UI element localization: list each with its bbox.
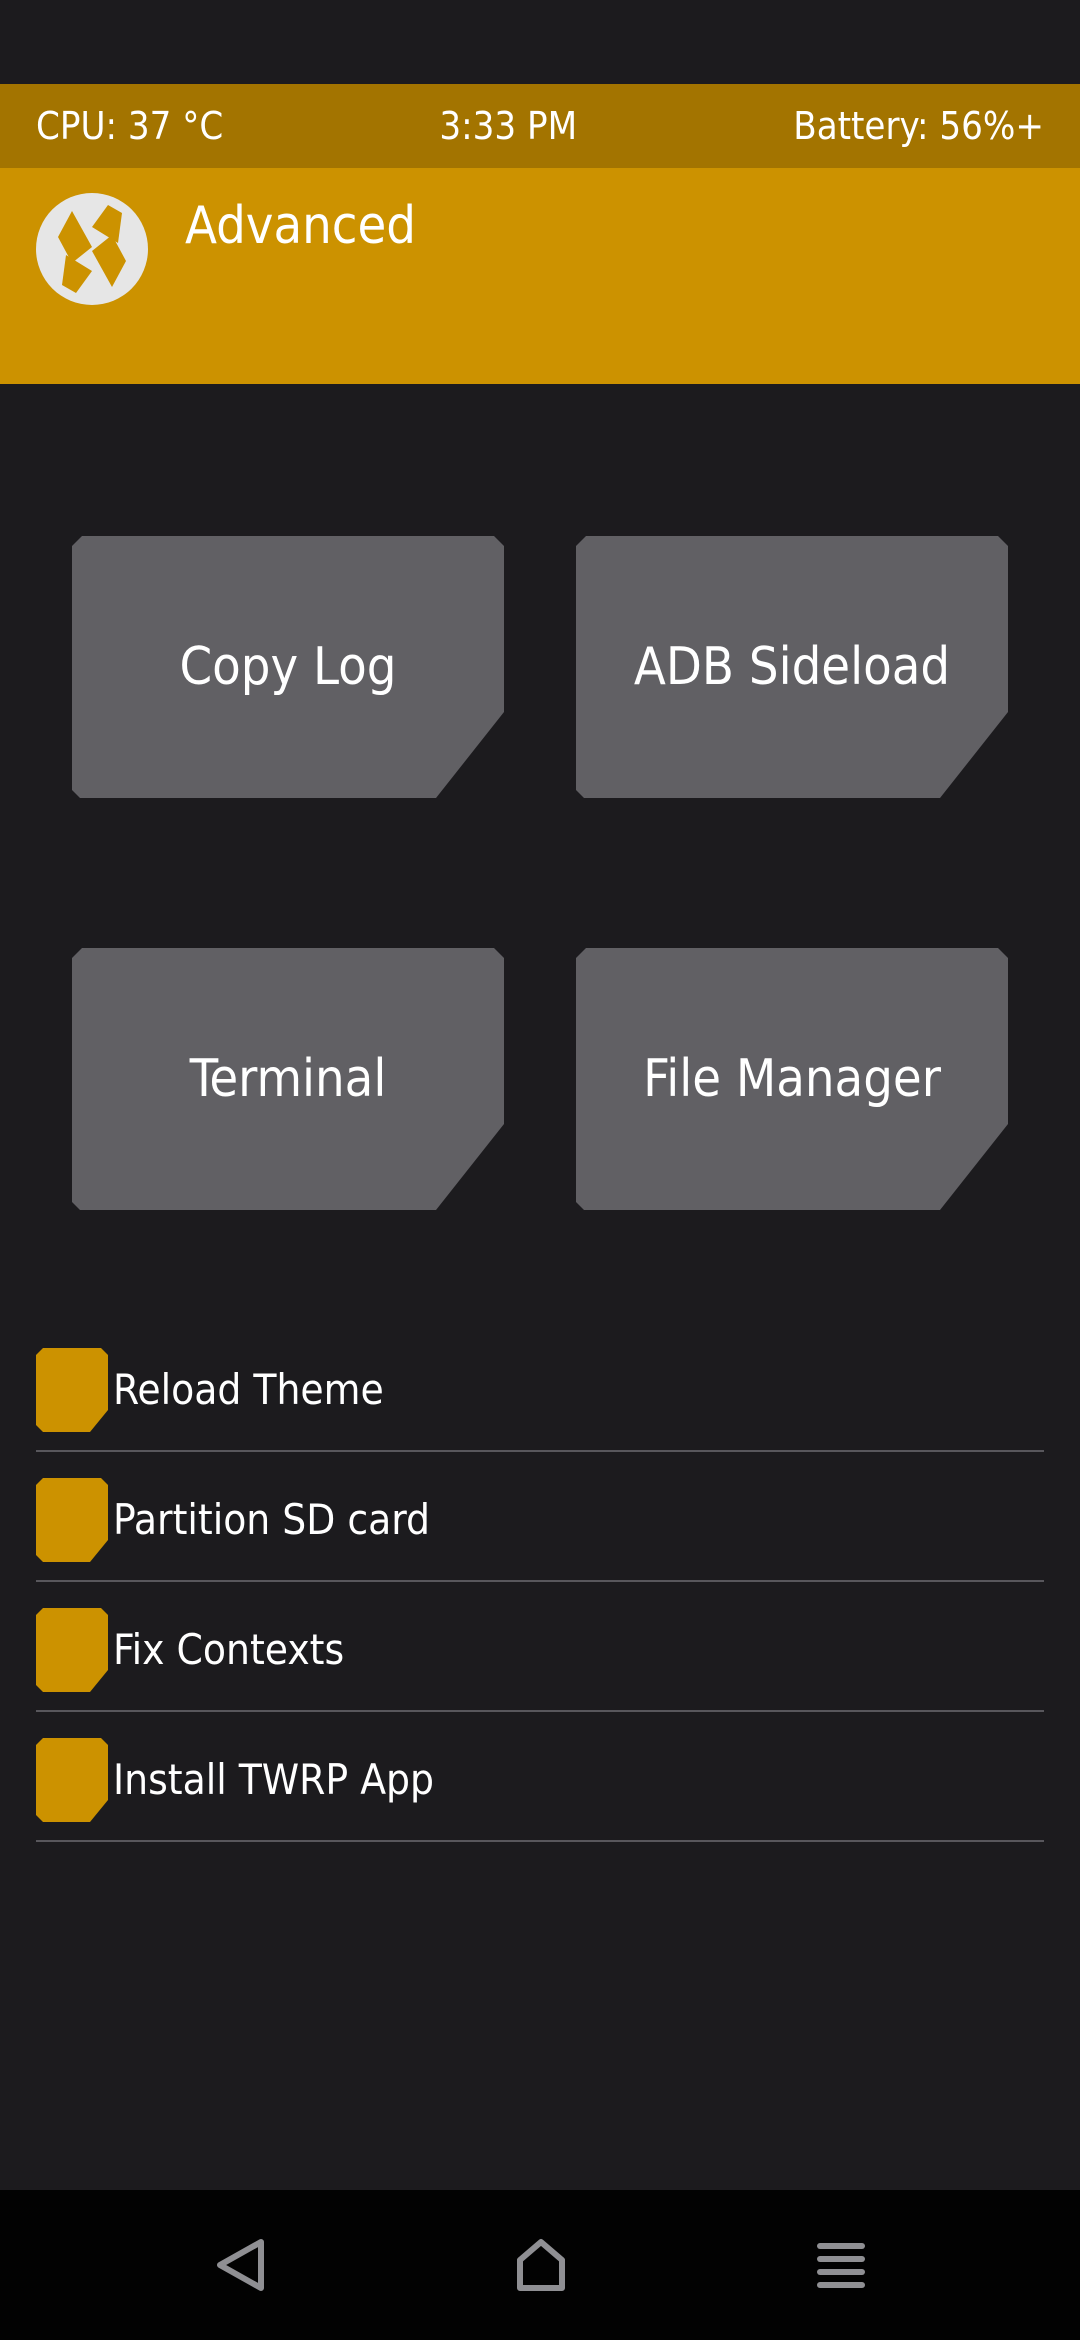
page-header: Advanced [0, 168, 1080, 384]
terminal-button[interactable]: Terminal [72, 948, 504, 1210]
option-label: Install TWRP App [113, 1755, 435, 1804]
status-bar: CPU: 37 °C 3:33 PM Battery: 56%+ [0, 84, 1080, 168]
option-label: Partition SD card [113, 1495, 431, 1544]
option-partition-sd-card[interactable]: Partition SD card [36, 1452, 1044, 1582]
option-install-twrp-app[interactable]: Install TWRP App [36, 1712, 1044, 1842]
clock: 3:33 PM [439, 104, 578, 148]
option-label: Reload Theme [113, 1365, 384, 1414]
option-reload-theme[interactable]: Reload Theme [36, 1322, 1044, 1452]
page-title: Advanced [185, 196, 417, 256]
menu-icon[interactable] [806, 2230, 876, 2300]
option-fix-contexts[interactable]: Fix Contexts [36, 1582, 1044, 1712]
checkbox-icon[interactable] [36, 1738, 108, 1822]
adb-sideload-button[interactable]: ADB Sideload [576, 536, 1008, 798]
checkbox-icon[interactable] [36, 1348, 108, 1432]
battery-level: Battery: 56%+ [793, 104, 1044, 148]
checkbox-icon[interactable] [36, 1478, 108, 1562]
checkbox-icon[interactable] [36, 1608, 108, 1692]
navigation-bar [0, 2190, 1080, 2340]
option-label: Fix Contexts [113, 1625, 345, 1674]
cpu-temperature: CPU: 37 °C [36, 104, 224, 148]
option-list: Reload Theme Partition SD card Fix Conte… [36, 1322, 1044, 1842]
twrp-logo-icon [36, 193, 148, 305]
top-strip [0, 0, 1080, 84]
home-icon[interactable] [506, 2230, 576, 2300]
back-triangle-icon[interactable] [206, 2230, 276, 2300]
file-manager-button[interactable]: File Manager [576, 948, 1008, 1210]
twrp-advanced-screen: CPU: 37 °C 3:33 PM Battery: 56%+ Advance… [0, 0, 1080, 2340]
copy-log-button[interactable]: Copy Log [72, 536, 504, 798]
